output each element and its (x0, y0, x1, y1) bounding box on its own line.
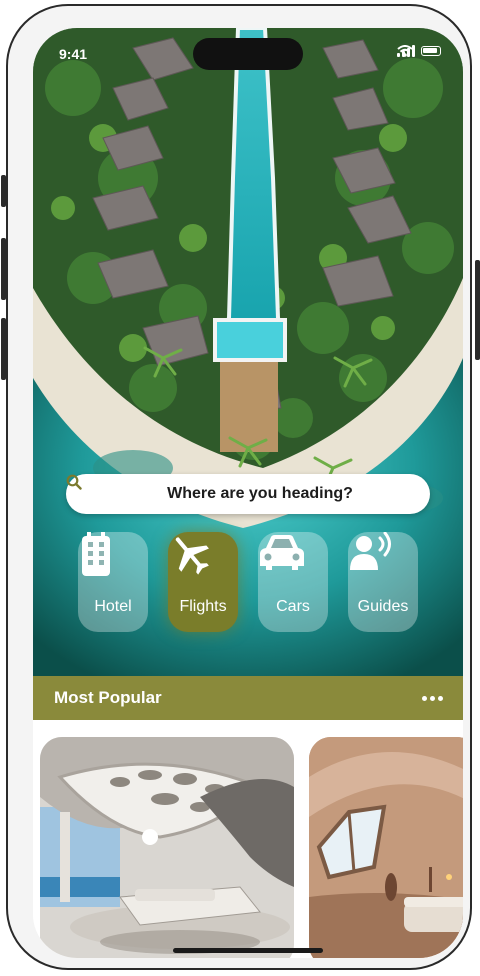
category-cars[interactable]: Cars (258, 532, 328, 632)
most-popular-header: Most Popular (33, 676, 463, 720)
category-flights[interactable]: Flights (168, 532, 238, 632)
search-placeholder: Where are you heading? (167, 485, 353, 502)
wifi-icon (397, 45, 413, 57)
more-dots-icon[interactable] (422, 690, 443, 707)
airplane-icon (175, 537, 228, 592)
category-flights-label: Flights (179, 598, 227, 615)
dynamic-island (193, 38, 303, 70)
popular-card[interactable] (40, 737, 294, 958)
category-cars-label: Cars (276, 598, 310, 615)
search-icon (66, 474, 159, 502)
hero-resort-image: 9:41 Where are you heading? Hotel Flight… (33, 28, 463, 676)
home-indicator[interactable] (173, 948, 323, 953)
power-button[interactable] (475, 260, 480, 360)
status-bar: 9:41 (33, 28, 463, 80)
hotel-building-icon (82, 532, 138, 592)
tour-guide-icon (350, 532, 408, 592)
category-tiles: Hotel Flights Cars Guides (78, 532, 418, 632)
card-image-futuristic-bedroom (40, 737, 294, 958)
category-hotel-label: Hotel (94, 598, 132, 615)
car-icon (260, 535, 318, 592)
card-image-cave-bedroom (309, 737, 463, 958)
search-bar[interactable]: Where are you heading? (66, 474, 430, 514)
status-time: 9:41 (59, 46, 88, 62)
category-guides[interactable]: Guides (348, 532, 418, 632)
app-screen: 9:41 Where are you heading? Hotel Flight… (33, 28, 463, 958)
popular-cards (33, 720, 463, 958)
status-icons (397, 45, 441, 57)
phone-frame: 9:41 Where are you heading? Hotel Flight… (6, 4, 472, 970)
popular-card[interactable] (309, 737, 463, 958)
category-guides-label: Guides (357, 598, 409, 615)
section-title: Most Popular (54, 688, 162, 707)
category-hotel[interactable]: Hotel (78, 532, 148, 632)
battery-icon (421, 46, 441, 56)
